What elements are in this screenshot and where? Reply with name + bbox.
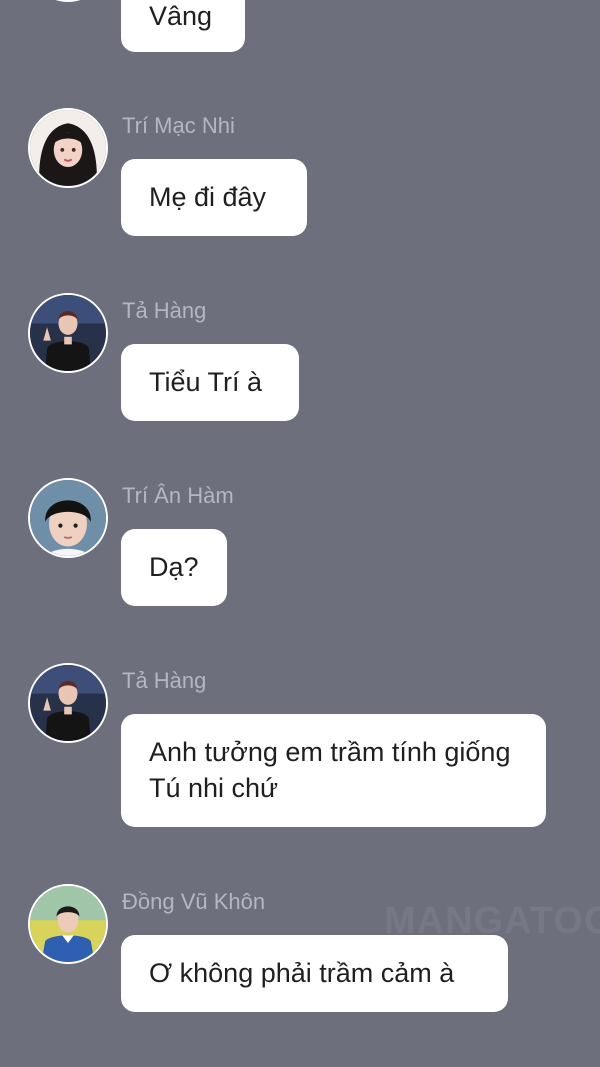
sender-name: Đồng Vũ Khôn — [122, 889, 266, 914]
sender-name: Trí Ân Hàm — [122, 483, 234, 508]
message-bubble[interactable]: Mẹ đi đây — [121, 159, 307, 236]
avatar[interactable] — [28, 884, 108, 964]
message-bubble[interactable]: Vâng — [121, 0, 245, 52]
avatar[interactable] — [28, 478, 108, 558]
message-text: Dạ? — [149, 552, 199, 582]
child-black-hair-icon — [30, 480, 106, 556]
message-bubble[interactable]: Ơ không phải trầm cảm à — [121, 935, 508, 1012]
message-text: Vâng — [149, 1, 213, 31]
message-bubble[interactable]: Anh tưởng em trầm tính giống Tú nhi chứ — [121, 714, 546, 827]
avatar[interactable] — [28, 293, 108, 373]
sender-name: Tả Hàng — [122, 668, 207, 693]
message-text: Ơ không phải trầm cảm à — [149, 958, 455, 988]
boy-peace-sign-icon — [30, 295, 106, 371]
sender-name: Trí Mạc Nhi — [122, 113, 235, 138]
chat-thread: Vâng Trí Mạc Nhi Mẹ đi đây Tả Hàng Tiểu … — [0, 0, 600, 1067]
avatar[interactable] — [28, 0, 108, 2]
message-text: Mẹ đi đây — [149, 182, 267, 212]
avatar[interactable] — [28, 108, 108, 188]
avatar[interactable] — [28, 663, 108, 743]
message-bubble[interactable]: Tiểu Trí à — [121, 344, 299, 421]
woman-dark-hair-icon — [30, 110, 106, 186]
message-bubble[interactable]: Dạ? — [121, 529, 227, 606]
message-text: Tiểu Trí à — [149, 367, 263, 397]
boy-peace-sign-icon — [30, 665, 106, 741]
boy-blue-shirt-icon — [30, 886, 106, 962]
message-text: Anh tưởng em trầm tính giống Tú nhi chứ — [149, 737, 511, 803]
sender-name: Tả Hàng — [122, 298, 207, 323]
